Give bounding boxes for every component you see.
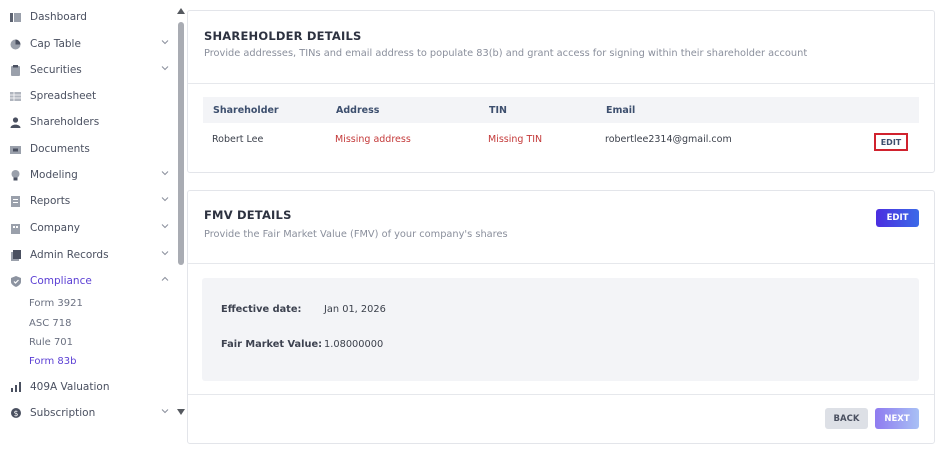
- cell-email: robertlee2314@gmail.com: [605, 134, 732, 145]
- building-icon: [10, 223, 21, 234]
- effective-date-label: Effective date:: [221, 304, 302, 315]
- sidebar-scrollbar-thumb[interactable]: [178, 22, 184, 265]
- card-title: FMV DETAILS: [204, 208, 292, 222]
- svg-text:$: $: [13, 409, 18, 418]
- sidebar-item-compliance[interactable]: Compliance: [10, 270, 176, 292]
- folder-icon: [10, 144, 21, 155]
- chevron-up-icon: [161, 276, 169, 281]
- sidebar-item-label: Modeling: [30, 169, 78, 181]
- sidebar-item-label: Securities: [30, 64, 82, 76]
- chevron-down-icon: [161, 409, 169, 414]
- cell-tin-missing: Missing TIN: [488, 134, 543, 145]
- chevron-down-icon: [161, 197, 169, 202]
- sidebar-item-label: Dashboard: [30, 11, 87, 23]
- sidebar-subitem-form-83b[interactable]: Form 83b: [29, 356, 76, 367]
- divider: [188, 83, 934, 84]
- dashboard-icon: [10, 12, 21, 23]
- sidebar-item-label: Compliance: [30, 275, 92, 287]
- sidebar-item-409a-valuation[interactable]: 409A Valuation: [10, 376, 109, 398]
- chevron-down-icon: [161, 171, 169, 176]
- sidebar-item-reports[interactable]: Reports: [10, 190, 176, 212]
- sidebar-item-company[interactable]: Company: [10, 217, 176, 239]
- table-header: Shareholder Address TIN Email: [203, 97, 919, 123]
- sidebar-item-documents[interactable]: Documents: [10, 138, 90, 160]
- back-button[interactable]: BACK: [825, 408, 868, 429]
- sidebar-item-label: Cap Table: [30, 38, 81, 50]
- column-header-email: Email: [606, 105, 636, 116]
- report-icon: [10, 195, 21, 207]
- chevron-down-icon: [161, 40, 169, 45]
- sidebar-item-label: 409A Valuation: [30, 381, 110, 393]
- sidebar-subitem-asc-718[interactable]: ASC 718: [29, 318, 71, 329]
- card-title: SHAREHOLDER DETAILS: [204, 29, 362, 43]
- clipboard-icon: [10, 64, 21, 76]
- effective-date-value: Jan 01, 2026: [324, 304, 386, 315]
- spreadsheet-icon: [10, 91, 21, 102]
- cell-address-missing: Missing address: [335, 134, 411, 145]
- chart-icon: [10, 382, 21, 393]
- divider: [188, 394, 934, 395]
- shield-icon: [10, 275, 21, 287]
- fmv-info-panel: [202, 278, 919, 381]
- sidebar-item-cap-table[interactable]: Cap Table: [10, 33, 176, 55]
- sidebar-item-subscription[interactable]: $ Subscription: [10, 402, 176, 424]
- column-header-shareholder: Shareholder: [213, 105, 279, 116]
- sidebar-item-label: Spreadsheet: [30, 90, 97, 102]
- sidebar-item-label: Company: [30, 222, 80, 234]
- sidebar-item-label: Admin Records: [30, 249, 109, 261]
- fmv-value: 1.08000000: [324, 339, 384, 350]
- sidebar-item-modeling[interactable]: Modeling: [10, 164, 176, 186]
- sidebar-item-spreadsheet[interactable]: Spreadsheet: [10, 85, 96, 107]
- shareholder-details-card: SHAREHOLDER DETAILS Provide addresses, T…: [187, 10, 935, 173]
- sidebar-subitem-rule-701[interactable]: Rule 701: [29, 337, 73, 348]
- column-header-address: Address: [336, 105, 380, 116]
- sidebar-item-label: Reports: [30, 195, 71, 207]
- sidebar: Dashboard Cap Table Securities Spreadshe…: [0, 0, 176, 450]
- chevron-down-icon: [161, 251, 169, 256]
- scroll-down-arrow[interactable]: [177, 409, 185, 415]
- sidebar-item-label: Shareholders: [30, 116, 100, 128]
- divider: [188, 263, 934, 264]
- fmv-label: Fair Market Value:: [221, 339, 323, 350]
- sidebar-item-label: Documents: [30, 143, 90, 155]
- sidebar-item-admin-records[interactable]: Admin Records: [10, 244, 176, 266]
- cell-shareholder: Robert Lee: [212, 134, 264, 145]
- column-header-tin: TIN: [489, 105, 507, 116]
- lightbulb-icon: [10, 169, 21, 181]
- card-subtitle: Provide the Fair Market Value (FMV) of y…: [204, 229, 508, 240]
- sidebar-subitem-form-3921[interactable]: Form 3921: [29, 298, 83, 309]
- chevron-down-icon: [161, 224, 169, 229]
- edit-fmv-button[interactable]: EDIT: [876, 209, 919, 227]
- card-subtitle: Provide addresses, TINs and email addres…: [204, 48, 808, 59]
- records-icon: [10, 249, 21, 261]
- sidebar-item-label: Subscription: [30, 407, 96, 419]
- chevron-down-icon: [161, 66, 169, 71]
- pie-chart-icon: [10, 39, 21, 50]
- dollar-icon: $: [10, 408, 21, 419]
- sidebar-item-dashboard[interactable]: Dashboard: [10, 6, 87, 28]
- sidebar-item-shareholders[interactable]: Shareholders: [10, 111, 99, 133]
- person-icon: [10, 116, 21, 128]
- next-button[interactable]: NEXT: [875, 408, 919, 429]
- scroll-up-arrow[interactable]: [177, 8, 185, 14]
- sidebar-item-securities[interactable]: Securities: [10, 59, 176, 81]
- edit-shareholder-button[interactable]: EDIT: [874, 133, 908, 151]
